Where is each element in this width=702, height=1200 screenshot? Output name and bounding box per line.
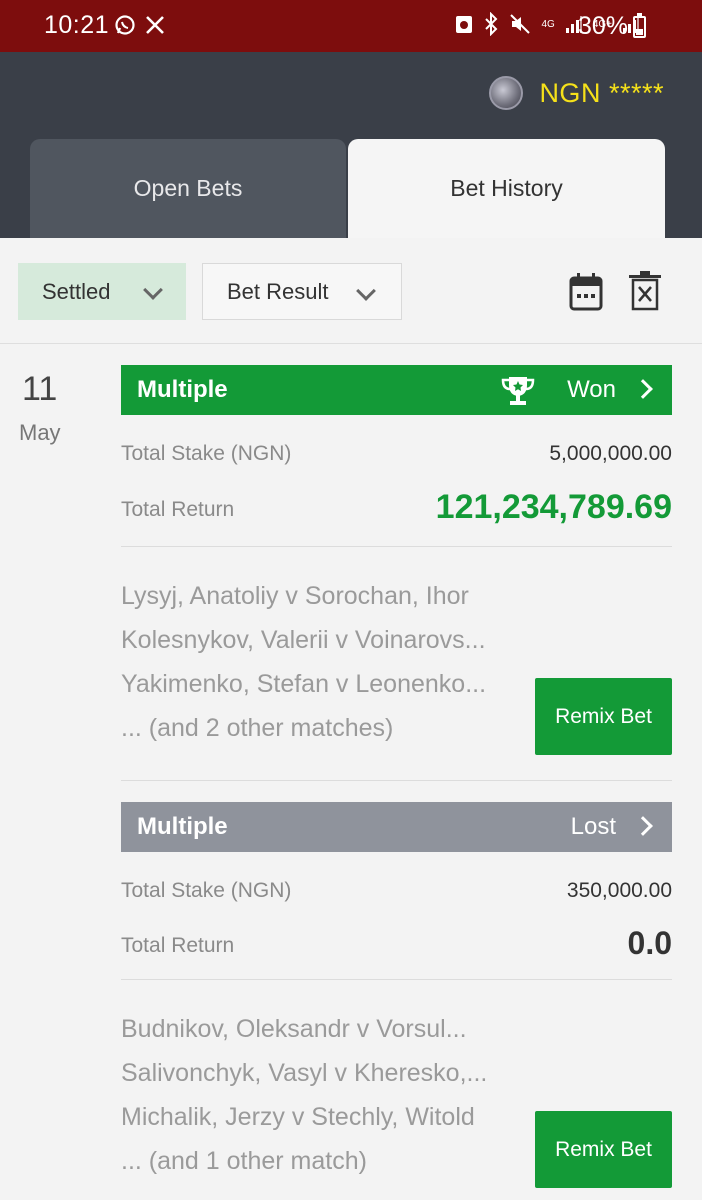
bet-matches-list: Lysyj, Anatoliy v Sorochan, Ihor Kolesny… xyxy=(121,574,521,750)
divider xyxy=(121,780,672,781)
bet-result: Lost xyxy=(570,813,616,840)
match-item: Salivonchyk, Vasyl v Kheresko,... xyxy=(121,1059,488,1087)
bet-header-lost[interactable]: Multiple Lost xyxy=(121,802,672,852)
match-item-more: ... (and 1 other match) xyxy=(121,1147,367,1175)
trophy-icon xyxy=(501,377,535,405)
bet-matches-list: Budnikov, Oleksandr v Vorsul... Salivonc… xyxy=(121,1007,521,1183)
match-item-more: ... (and 2 other matches) xyxy=(121,714,394,742)
x-icon xyxy=(146,16,164,34)
balance-masked: ***** xyxy=(608,77,664,108)
status-bar: 10:21 4G 4G+ 30% xyxy=(0,0,702,52)
network-4g-label: 4G xyxy=(541,18,555,30)
settled-filter-dropdown[interactable]: Settled xyxy=(18,263,186,320)
settled-filter-label: Settled xyxy=(42,278,111,304)
chevron-down-icon xyxy=(356,281,376,301)
total-return-value: 121,234,789.69 xyxy=(435,488,672,526)
bet-type: Multiple xyxy=(137,813,228,840)
total-stake-value: 350,000.00 xyxy=(566,879,672,902)
battery-icon xyxy=(633,16,646,38)
tab-bet-history-label: Bet History xyxy=(450,175,563,201)
whatsapp-icon xyxy=(115,15,135,35)
total-stake-label: Total Stake (NGN) xyxy=(121,879,292,902)
bet-result-label: Bet Result xyxy=(227,278,329,304)
avatar[interactable] xyxy=(489,76,524,110)
total-stake-value: 5,000,000.00 xyxy=(549,442,672,465)
mute-icon xyxy=(510,14,531,34)
notification-icons xyxy=(114,14,166,36)
total-stake-label: Total Stake (NGN) xyxy=(121,442,292,465)
camera-notification-icon xyxy=(456,16,473,33)
bet-type: Multiple xyxy=(137,376,228,403)
bluetooth-icon xyxy=(485,12,498,36)
remix-bet-label: Remix Bet xyxy=(555,704,652,728)
tab-bet-history[interactable]: Bet History xyxy=(348,139,665,238)
remix-bet-label: Remix Bet xyxy=(555,1137,652,1161)
total-return-value: 0.0 xyxy=(627,925,672,961)
balance-display: NGN ***** xyxy=(539,78,664,109)
total-return-label: Total Return xyxy=(121,498,235,521)
date-month: May xyxy=(19,420,61,445)
chevron-right-icon xyxy=(633,379,653,399)
tab-open-bets-label: Open Bets xyxy=(133,175,243,201)
divider xyxy=(121,546,672,547)
bet-result-dropdown[interactable]: Bet Result xyxy=(202,263,402,320)
chevron-right-icon xyxy=(633,816,653,836)
tab-open-bets[interactable]: Open Bets xyxy=(30,139,346,238)
total-return-label: Total Return xyxy=(121,934,235,957)
match-item: Kolesnykov, Valerii v Voinarovs... xyxy=(121,626,486,654)
match-item: Lysyj, Anatoliy v Sorochan, Ihor xyxy=(121,582,469,610)
divider xyxy=(0,343,702,344)
clock: 10:21 xyxy=(44,11,110,39)
match-item: Yakimenko, Stefan v Leonenko... xyxy=(121,670,487,698)
bet-result: Won xyxy=(567,376,616,403)
match-item: Michalik, Jerzy v Stechly, Witold xyxy=(121,1103,475,1131)
account-balance[interactable]: NGN ***** xyxy=(489,76,664,110)
match-item: Budnikov, Oleksandr v Vorsul... xyxy=(121,1015,467,1043)
remix-bet-button[interactable]: Remix Bet xyxy=(535,678,672,755)
calendar-icon[interactable] xyxy=(568,272,604,312)
remix-bet-button[interactable]: Remix Bet xyxy=(535,1111,672,1188)
currency-code: NGN xyxy=(539,77,601,108)
bet-header-won[interactable]: Multiple Won xyxy=(121,365,672,415)
date-day: 11 xyxy=(22,370,58,408)
divider xyxy=(121,979,672,980)
clear-filter-icon[interactable] xyxy=(628,270,662,312)
chevron-down-icon xyxy=(143,280,163,300)
battery-percent: 30% xyxy=(578,12,629,40)
